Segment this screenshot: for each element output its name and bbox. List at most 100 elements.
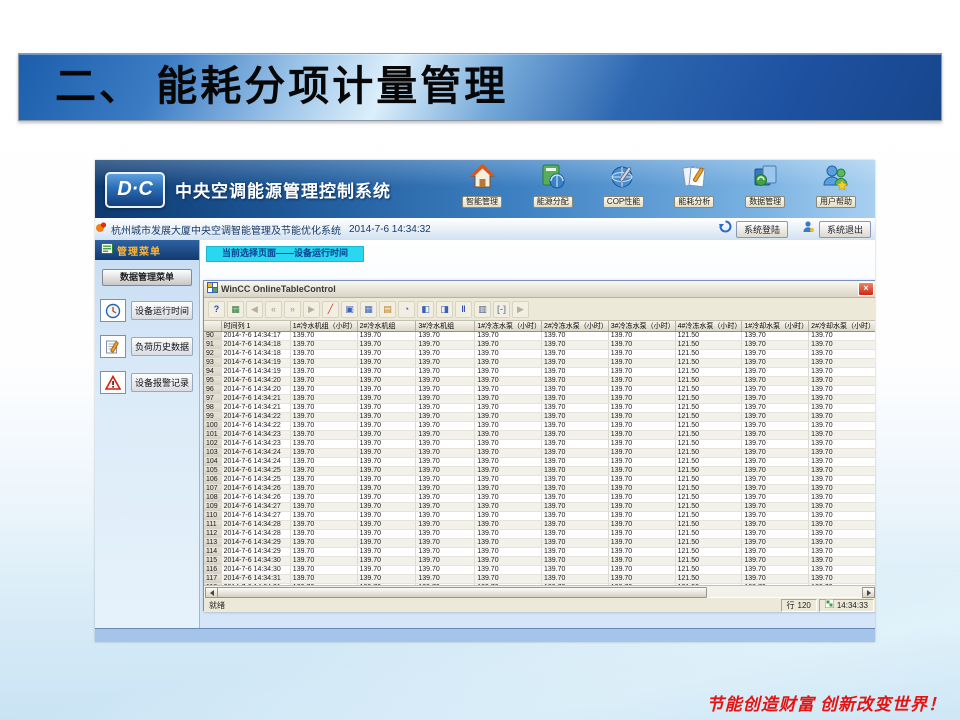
edit-icon[interactable]: ╱ bbox=[322, 301, 339, 318]
table-row[interactable]: 982014-7-6 14:34:21139.70139.70139.70139… bbox=[204, 404, 875, 413]
table-row[interactable]: 1022014-7-6 14:34:23139.70139.70139.7013… bbox=[204, 440, 875, 449]
table-row[interactable]: 962014-7-6 14:34:20139.70139.70139.70139… bbox=[204, 386, 875, 395]
table-row[interactable]: 942014-7-6 14:34:19139.70139.70139.70139… bbox=[204, 368, 875, 377]
table-row[interactable]: 1112014-7-6 14:34:28139.70139.70139.7013… bbox=[204, 521, 875, 530]
column-header[interactable]: 4#冷冻水泵（小时） bbox=[675, 321, 742, 332]
cell-value: 121.50 bbox=[675, 485, 742, 494]
select-time-range-icon[interactable]: ▤ bbox=[379, 301, 396, 318]
cell-value: 139.70 bbox=[416, 368, 475, 377]
cell-value: 139.70 bbox=[742, 467, 809, 476]
table-row[interactable]: 1052014-7-6 14:34:25139.70139.70139.7013… bbox=[204, 467, 875, 476]
column-header[interactable]: 2#冷水机组 bbox=[357, 321, 416, 332]
cell-value: 139.70 bbox=[416, 422, 475, 431]
table-row[interactable]: 1082014-7-6 14:34:26139.70139.70139.7013… bbox=[204, 494, 875, 503]
row-number: 104 bbox=[204, 458, 221, 467]
copy-icon[interactable]: ▣ bbox=[341, 301, 358, 318]
table-row[interactable]: 1012014-7-6 14:34:23139.70139.70139.7013… bbox=[204, 431, 875, 440]
table-row[interactable]: 1062014-7-6 14:34:25139.70139.70139.7013… bbox=[204, 476, 875, 485]
table-row[interactable]: 1092014-7-6 14:34:27139.70139.70139.7013… bbox=[204, 503, 875, 512]
cell-value: 139.70 bbox=[742, 431, 809, 440]
column-header[interactable]: 2#冷却水泵（小时） bbox=[809, 321, 875, 332]
table-row[interactable]: 1032014-7-6 14:34:24139.70139.70139.7013… bbox=[204, 449, 875, 458]
row-number: 101 bbox=[204, 431, 221, 440]
nav-item-intelligent-management[interactable]: 智能管理 bbox=[451, 163, 513, 217]
table-row[interactable]: 1152014-7-6 14:34:30139.70139.70139.7013… bbox=[204, 557, 875, 566]
table-row[interactable]: 1162014-7-6 14:34:30139.70139.70139.7013… bbox=[204, 566, 875, 575]
table-row[interactable]: 1042014-7-6 14:34:24139.70139.70139.7013… bbox=[204, 458, 875, 467]
data-management-menu-button[interactable]: 数据管理菜单 bbox=[102, 269, 192, 286]
table-row[interactable]: 912014-7-6 14:34:18139.70139.70139.70139… bbox=[204, 341, 875, 350]
table-row[interactable]: 932014-7-6 14:34:19139.70139.70139.70139… bbox=[204, 359, 875, 368]
energy-analysis-icon bbox=[681, 163, 708, 195]
nav-item-energy-allocation[interactable]: 能源分配 bbox=[522, 163, 584, 217]
system-login-button[interactable]: 系统登陆 bbox=[736, 221, 788, 238]
wincc-statusbar: 就绪 行 120 14:34:33 bbox=[204, 597, 875, 612]
table-row[interactable]: 992014-7-6 14:34:22139.70139.70139.70139… bbox=[204, 413, 875, 422]
export-data-icon[interactable]: ◨ bbox=[436, 301, 453, 318]
table-row[interactable]: 922014-7-6 14:34:18139.70139.70139.70139… bbox=[204, 350, 875, 359]
scrollbar-thumb[interactable] bbox=[217, 587, 707, 598]
table-row[interactable]: 1072014-7-6 14:34:26139.70139.70139.7013… bbox=[204, 485, 875, 494]
cell-value: 139.70 bbox=[357, 431, 416, 440]
sidebar-item-device-alarm[interactable]: 设备报警记录 bbox=[100, 371, 199, 394]
sidebar-item-load-history[interactable]: 负荷历史数据 bbox=[100, 335, 199, 358]
table-row[interactable]: 1142014-7-6 14:34:29139.70139.70139.7013… bbox=[204, 548, 875, 557]
table-row[interactable]: 1002014-7-6 14:34:22139.70139.70139.7013… bbox=[204, 422, 875, 431]
column-header[interactable]: 3#冷冻水泵（小时） bbox=[608, 321, 675, 332]
column-header[interactable]: 1#冷水机组（小时） bbox=[290, 321, 357, 332]
system-name: 杭州城市发展大厦中央空调智能管理及节能优化系统 bbox=[111, 222, 341, 237]
close-icon[interactable]: × bbox=[858, 282, 874, 296]
column-header[interactable]: 3#冷水机组 bbox=[416, 321, 475, 332]
pause-icon[interactable]: ‖ bbox=[455, 301, 472, 318]
wincc-titlebar[interactable]: WinCC OnlineTableControl × bbox=[204, 281, 875, 298]
table-row[interactable]: 972014-7-6 14:34:21139.70139.70139.70139… bbox=[204, 395, 875, 404]
cell-value: 139.70 bbox=[475, 413, 542, 422]
sidebar-item-device-runtime[interactable]: 设备运行时间 bbox=[100, 299, 199, 322]
select-columns-icon[interactable]: ▦ bbox=[360, 301, 377, 318]
table-row[interactable]: 952014-7-6 14:34:20139.70139.70139.70139… bbox=[204, 377, 875, 386]
configure-table-icon[interactable]: ▦ bbox=[227, 301, 244, 318]
nav-item-data-management[interactable]: 数据管理 bbox=[734, 163, 796, 217]
cell-value: 139.70 bbox=[541, 530, 608, 539]
column-header[interactable]: 1#冷冻水泵（小时） bbox=[475, 321, 542, 332]
cell-value: 139.70 bbox=[290, 539, 357, 548]
table-row[interactable]: 1102014-7-6 14:34:27139.70139.70139.7013… bbox=[204, 512, 875, 521]
time-base-icon[interactable]: ◔ bbox=[398, 301, 415, 318]
cell-value: 139.70 bbox=[357, 377, 416, 386]
column-header[interactable]: 2#冷冻水泵（小时） bbox=[541, 321, 608, 332]
wincc-window-icon bbox=[207, 280, 218, 298]
dc-logo: D·C bbox=[105, 172, 165, 208]
cell-value: 139.70 bbox=[475, 485, 542, 494]
system-logout-button[interactable]: 系统退出 bbox=[819, 221, 871, 238]
cell-value: 139.70 bbox=[809, 566, 875, 575]
refresh-icon[interactable] bbox=[719, 220, 732, 238]
export-begin-icon[interactable]: ◧ bbox=[417, 301, 434, 318]
connection-icon bbox=[825, 599, 834, 611]
sidebar-item-label: 设备运行时间 bbox=[131, 301, 193, 320]
print-icon[interactable]: ▥ bbox=[474, 301, 491, 318]
scroll-right-icon[interactable] bbox=[862, 587, 875, 598]
nav-item-user-help[interactable]: 用户帮助 bbox=[805, 163, 867, 217]
cell-value: 139.70 bbox=[357, 494, 416, 503]
status-time: 14:34:33 bbox=[837, 600, 868, 611]
nav-item-cop-performance[interactable]: COP性能 bbox=[593, 163, 655, 217]
cell-value: 139.70 bbox=[809, 494, 875, 503]
table-row[interactable]: 1172014-7-6 14:34:31139.70139.70139.7013… bbox=[204, 575, 875, 584]
cell-value: 139.70 bbox=[475, 332, 542, 341]
table-row[interactable]: 902014-7-6 14:34:17139.70139.70139.70139… bbox=[204, 332, 875, 341]
expand-rows-icon[interactable]: [-] bbox=[493, 301, 510, 318]
cell-value: 139.70 bbox=[608, 512, 675, 521]
table-row[interactable]: 1122014-7-6 14:34:28139.70139.70139.7013… bbox=[204, 530, 875, 539]
cell-value: 121.50 bbox=[675, 467, 742, 476]
row-number: 90 bbox=[204, 332, 221, 341]
status-time-cell: 14:34:33 bbox=[819, 599, 874, 612]
cell-value: 121.50 bbox=[675, 431, 742, 440]
cell-value: 139.70 bbox=[541, 404, 608, 413]
help-icon[interactable]: ? bbox=[208, 301, 225, 318]
horizontal-scrollbar[interactable] bbox=[204, 585, 875, 597]
nav-item-energy-analysis[interactable]: 能耗分析 bbox=[663, 163, 725, 217]
cell-value: 139.70 bbox=[290, 431, 357, 440]
column-header[interactable]: 时间列 1 bbox=[221, 321, 290, 332]
column-header[interactable]: 1#冷却水泵（小时） bbox=[742, 321, 809, 332]
table-row[interactable]: 1132014-7-6 14:34:29139.70139.70139.7013… bbox=[204, 539, 875, 548]
